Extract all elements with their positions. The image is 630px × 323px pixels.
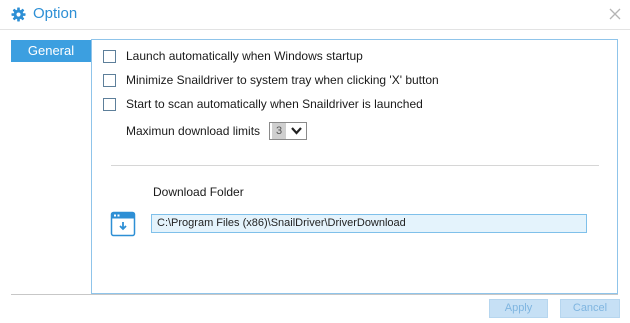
download-limit-value: 3 xyxy=(272,123,286,139)
window-title: Option xyxy=(33,5,78,22)
cancel-button[interactable]: Cancel xyxy=(560,299,620,318)
auto-scan-checkbox[interactable] xyxy=(103,97,116,111)
download-limit-label: Maximun download limits xyxy=(126,124,261,138)
title-divider xyxy=(0,29,630,30)
folder-browse-icon[interactable] xyxy=(110,211,136,237)
option-auto-scan[interactable]: Start to scan automatically when Snaildr… xyxy=(103,96,423,112)
apply-button[interactable]: Apply xyxy=(489,299,548,318)
general-settings-panel: Launch automatically when Windows startu… xyxy=(91,39,618,294)
minimize-to-tray-label: Minimize Snaildriver to system tray when… xyxy=(126,73,439,87)
option-minimize-to-tray[interactable]: Minimize Snaildriver to system tray when… xyxy=(103,72,439,88)
tab-general-label: General xyxy=(27,43,75,58)
download-limit-select[interactable]: 3 xyxy=(269,122,307,140)
tab-general[interactable]: General xyxy=(11,40,91,62)
chevron-down-icon xyxy=(291,127,302,135)
close-icon[interactable] xyxy=(606,5,624,23)
launch-at-startup-label: Launch automatically when Windows startu… xyxy=(126,49,363,63)
auto-scan-label: Start to scan automatically when Snaildr… xyxy=(126,97,423,111)
gear-icon xyxy=(11,7,26,22)
download-folder-path-field[interactable]: C:\Program Files (x86)\SnailDriver\Drive… xyxy=(151,214,587,233)
option-launch-at-startup[interactable]: Launch automatically when Windows startu… xyxy=(103,48,363,64)
footer-divider xyxy=(11,294,618,295)
launch-at-startup-checkbox[interactable] xyxy=(103,49,116,63)
section-divider xyxy=(111,165,599,166)
download-folder-title: Download Folder xyxy=(153,185,244,199)
title-bar: Option xyxy=(0,0,630,29)
minimize-to-tray-checkbox[interactable] xyxy=(103,73,116,87)
